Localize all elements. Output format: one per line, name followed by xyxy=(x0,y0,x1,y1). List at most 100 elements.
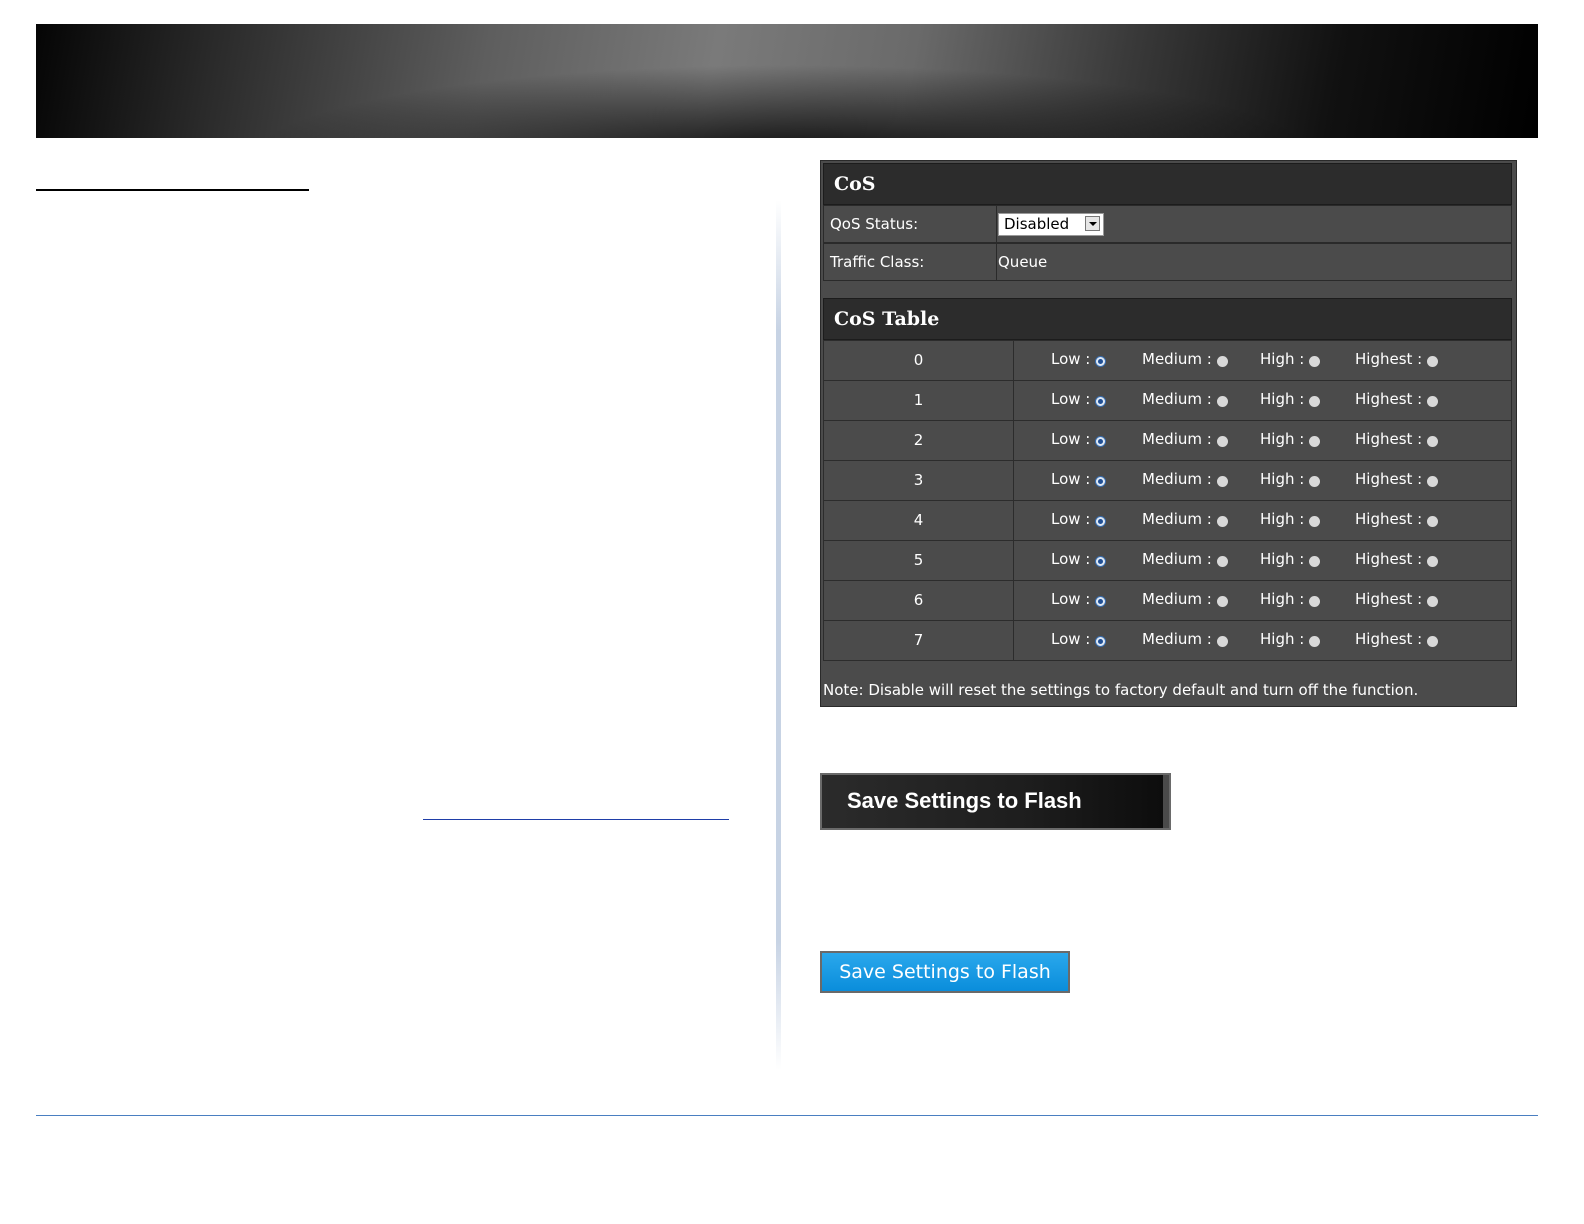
queue-option-highest[interactable]: Highest : xyxy=(1355,341,1439,380)
cos-table-row: 0 Low : Medium : High : Highest : xyxy=(823,340,1512,381)
cos-panel: CoS QoS Status: Disabled Traffic Class: … xyxy=(820,160,1517,707)
radio-button-highest[interactable] xyxy=(1427,556,1439,567)
queue-option-label: Low : xyxy=(1051,590,1091,608)
radio-button-low[interactable] xyxy=(1095,436,1107,447)
chevron-down-icon[interactable] xyxy=(1085,216,1100,231)
radio-button-low[interactable] xyxy=(1095,396,1107,407)
queue-option-label: Medium : xyxy=(1142,630,1212,648)
radio-button-medium[interactable] xyxy=(1216,476,1228,487)
radio-button-highest[interactable] xyxy=(1427,596,1439,607)
queue-option-low[interactable]: Low : xyxy=(1051,341,1107,380)
queue-option-low[interactable]: Low : xyxy=(1051,541,1107,580)
priority-value: 1 xyxy=(824,381,1014,420)
queue-option-medium[interactable]: Medium : xyxy=(1142,381,1228,420)
cos-table-row: 7 Low : Medium : High : Highest : xyxy=(823,620,1512,661)
queue-option-low[interactable]: Low : xyxy=(1051,461,1107,500)
queue-option-highest[interactable]: Highest : xyxy=(1355,381,1439,420)
queue-option-medium[interactable]: Medium : xyxy=(1142,541,1228,580)
queue-option-low[interactable]: Low : xyxy=(1051,381,1107,420)
radio-button-medium[interactable] xyxy=(1216,516,1228,527)
queue-option-medium[interactable]: Medium : xyxy=(1142,621,1228,660)
queue-option-high[interactable]: High : xyxy=(1260,341,1321,380)
queue-option-high[interactable]: High : xyxy=(1260,581,1321,620)
radio-button-highest[interactable] xyxy=(1427,436,1439,447)
queue-option-label: Medium : xyxy=(1142,470,1212,488)
queue-option-label: Medium : xyxy=(1142,430,1212,448)
queue-option-medium[interactable]: Medium : xyxy=(1142,461,1228,500)
queue-option-label: Highest : xyxy=(1355,630,1423,648)
radio-button-medium[interactable] xyxy=(1216,436,1228,447)
queue-option-high[interactable]: High : xyxy=(1260,621,1321,660)
queue-option-label: High : xyxy=(1260,350,1305,368)
queue-option-highest[interactable]: Highest : xyxy=(1355,461,1439,500)
radio-button-low[interactable] xyxy=(1095,556,1107,567)
queue-option-label: Highest : xyxy=(1355,590,1423,608)
radio-button-high[interactable] xyxy=(1309,396,1321,407)
traffic-class-row: Traffic Class: Queue xyxy=(823,243,1512,281)
radio-button-high[interactable] xyxy=(1309,436,1321,447)
radio-button-highest[interactable] xyxy=(1427,476,1439,487)
radio-button-low[interactable] xyxy=(1095,596,1107,607)
queue-option-high[interactable]: High : xyxy=(1260,461,1321,500)
radio-button-high[interactable] xyxy=(1309,636,1321,647)
radio-button-highest[interactable] xyxy=(1427,356,1439,367)
queue-option-label: Medium : xyxy=(1142,350,1212,368)
radio-button-high[interactable] xyxy=(1309,596,1321,607)
queue-option-label: High : xyxy=(1260,390,1305,408)
queue-option-label: High : xyxy=(1260,550,1305,568)
radio-button-high[interactable] xyxy=(1309,556,1321,567)
queue-option-medium[interactable]: Medium : xyxy=(1142,501,1228,540)
radio-button-high[interactable] xyxy=(1309,356,1321,367)
hyperlink-underline[interactable] xyxy=(423,819,729,820)
radio-button-low[interactable] xyxy=(1095,516,1107,527)
queue-option-label: Medium : xyxy=(1142,550,1212,568)
radio-button-low[interactable] xyxy=(1095,636,1107,647)
radio-button-medium[interactable] xyxy=(1216,556,1228,567)
radio-button-highest[interactable] xyxy=(1427,636,1439,647)
radio-button-medium[interactable] xyxy=(1216,356,1228,367)
radio-button-medium[interactable] xyxy=(1216,596,1228,607)
queue-option-high[interactable]: High : xyxy=(1260,541,1321,580)
queue-option-medium[interactable]: Medium : xyxy=(1142,581,1228,620)
radio-button-high[interactable] xyxy=(1309,476,1321,487)
cos-table-row: 2 Low : Medium : High : Highest : xyxy=(823,420,1512,461)
queue-option-highest[interactable]: Highest : xyxy=(1355,541,1439,580)
save-settings-button-blue[interactable]: Save Settings to Flash xyxy=(820,951,1070,993)
radio-button-highest[interactable] xyxy=(1427,516,1439,527)
radio-button-medium[interactable] xyxy=(1216,636,1228,647)
qos-status-cell: Disabled xyxy=(991,206,1511,242)
queue-option-highest[interactable]: Highest : xyxy=(1355,501,1439,540)
radio-button-high[interactable] xyxy=(1309,516,1321,527)
queue-option-medium[interactable]: Medium : xyxy=(1142,341,1228,380)
queue-option-label: High : xyxy=(1260,630,1305,648)
queue-option-label: Highest : xyxy=(1355,550,1423,568)
queue-option-high[interactable]: High : xyxy=(1260,421,1321,460)
queue-option-medium[interactable]: Medium : xyxy=(1142,421,1228,460)
queue-option-low[interactable]: Low : xyxy=(1051,421,1107,460)
cos-table-row: 4 Low : Medium : High : Highest : xyxy=(823,500,1512,541)
traffic-class-value: Queue xyxy=(998,253,1048,271)
queue-option-highest[interactable]: Highest : xyxy=(1355,581,1439,620)
radio-button-medium[interactable] xyxy=(1216,396,1228,407)
queue-option-highest[interactable]: Highest : xyxy=(1355,621,1439,660)
queue-option-highest[interactable]: Highest : xyxy=(1355,421,1439,460)
queue-option-label: Highest : xyxy=(1355,390,1423,408)
qos-status-select[interactable]: Disabled xyxy=(998,213,1104,236)
queue-option-label: Low : xyxy=(1051,390,1091,408)
radio-button-low[interactable] xyxy=(1095,476,1107,487)
queue-option-high[interactable]: High : xyxy=(1260,501,1321,540)
qos-status-value: Disabled xyxy=(1004,215,1070,233)
radio-button-low[interactable] xyxy=(1095,356,1107,367)
radio-button-highest[interactable] xyxy=(1427,396,1439,407)
queue-option-label: Low : xyxy=(1051,350,1091,368)
priority-value: 6 xyxy=(824,581,1014,620)
priority-value: 7 xyxy=(824,621,1014,660)
qos-status-label: QoS Status: xyxy=(824,206,997,242)
queue-option-low[interactable]: Low : xyxy=(1051,581,1107,620)
queue-option-label: High : xyxy=(1260,510,1305,528)
queue-option-low[interactable]: Low : xyxy=(1051,501,1107,540)
priority-value: 2 xyxy=(824,421,1014,460)
queue-option-low[interactable]: Low : xyxy=(1051,621,1107,660)
queue-option-high[interactable]: High : xyxy=(1260,381,1321,420)
save-settings-button-dark[interactable]: Save Settings to Flash xyxy=(820,773,1171,830)
